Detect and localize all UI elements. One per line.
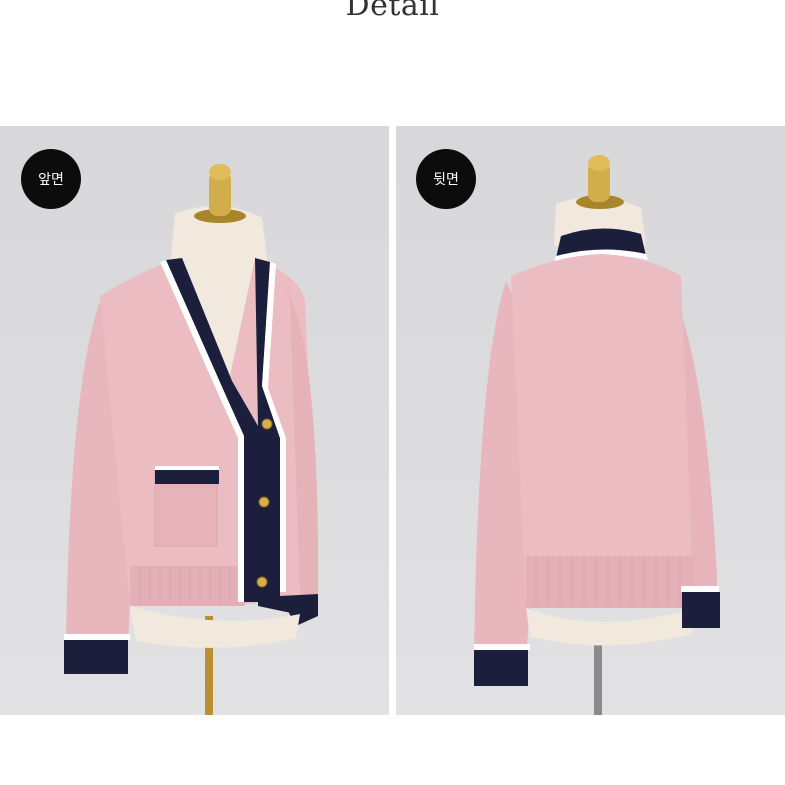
button-3 — [256, 576, 268, 588]
front-garment-illustration — [64, 164, 319, 715]
product-photo-front: 앞면 — [0, 126, 389, 715]
page-title: Detail — [345, 0, 440, 23]
mannequin-base — [130, 606, 300, 648]
pocket-trim — [155, 470, 219, 484]
front-view-badge: 앞면 — [21, 149, 81, 209]
product-photo-back: 뒷면 — [396, 126, 785, 715]
torso-back — [511, 254, 694, 608]
back-view-badge: 뒷면 — [416, 149, 476, 209]
back-garment-illustration — [474, 155, 720, 715]
back-right-cuff — [682, 592, 720, 628]
button-1 — [261, 418, 273, 430]
back-left-cuff — [474, 650, 528, 686]
front-cuff — [64, 640, 128, 674]
button-2 — [258, 496, 270, 508]
mannequin-base — [526, 608, 694, 646]
